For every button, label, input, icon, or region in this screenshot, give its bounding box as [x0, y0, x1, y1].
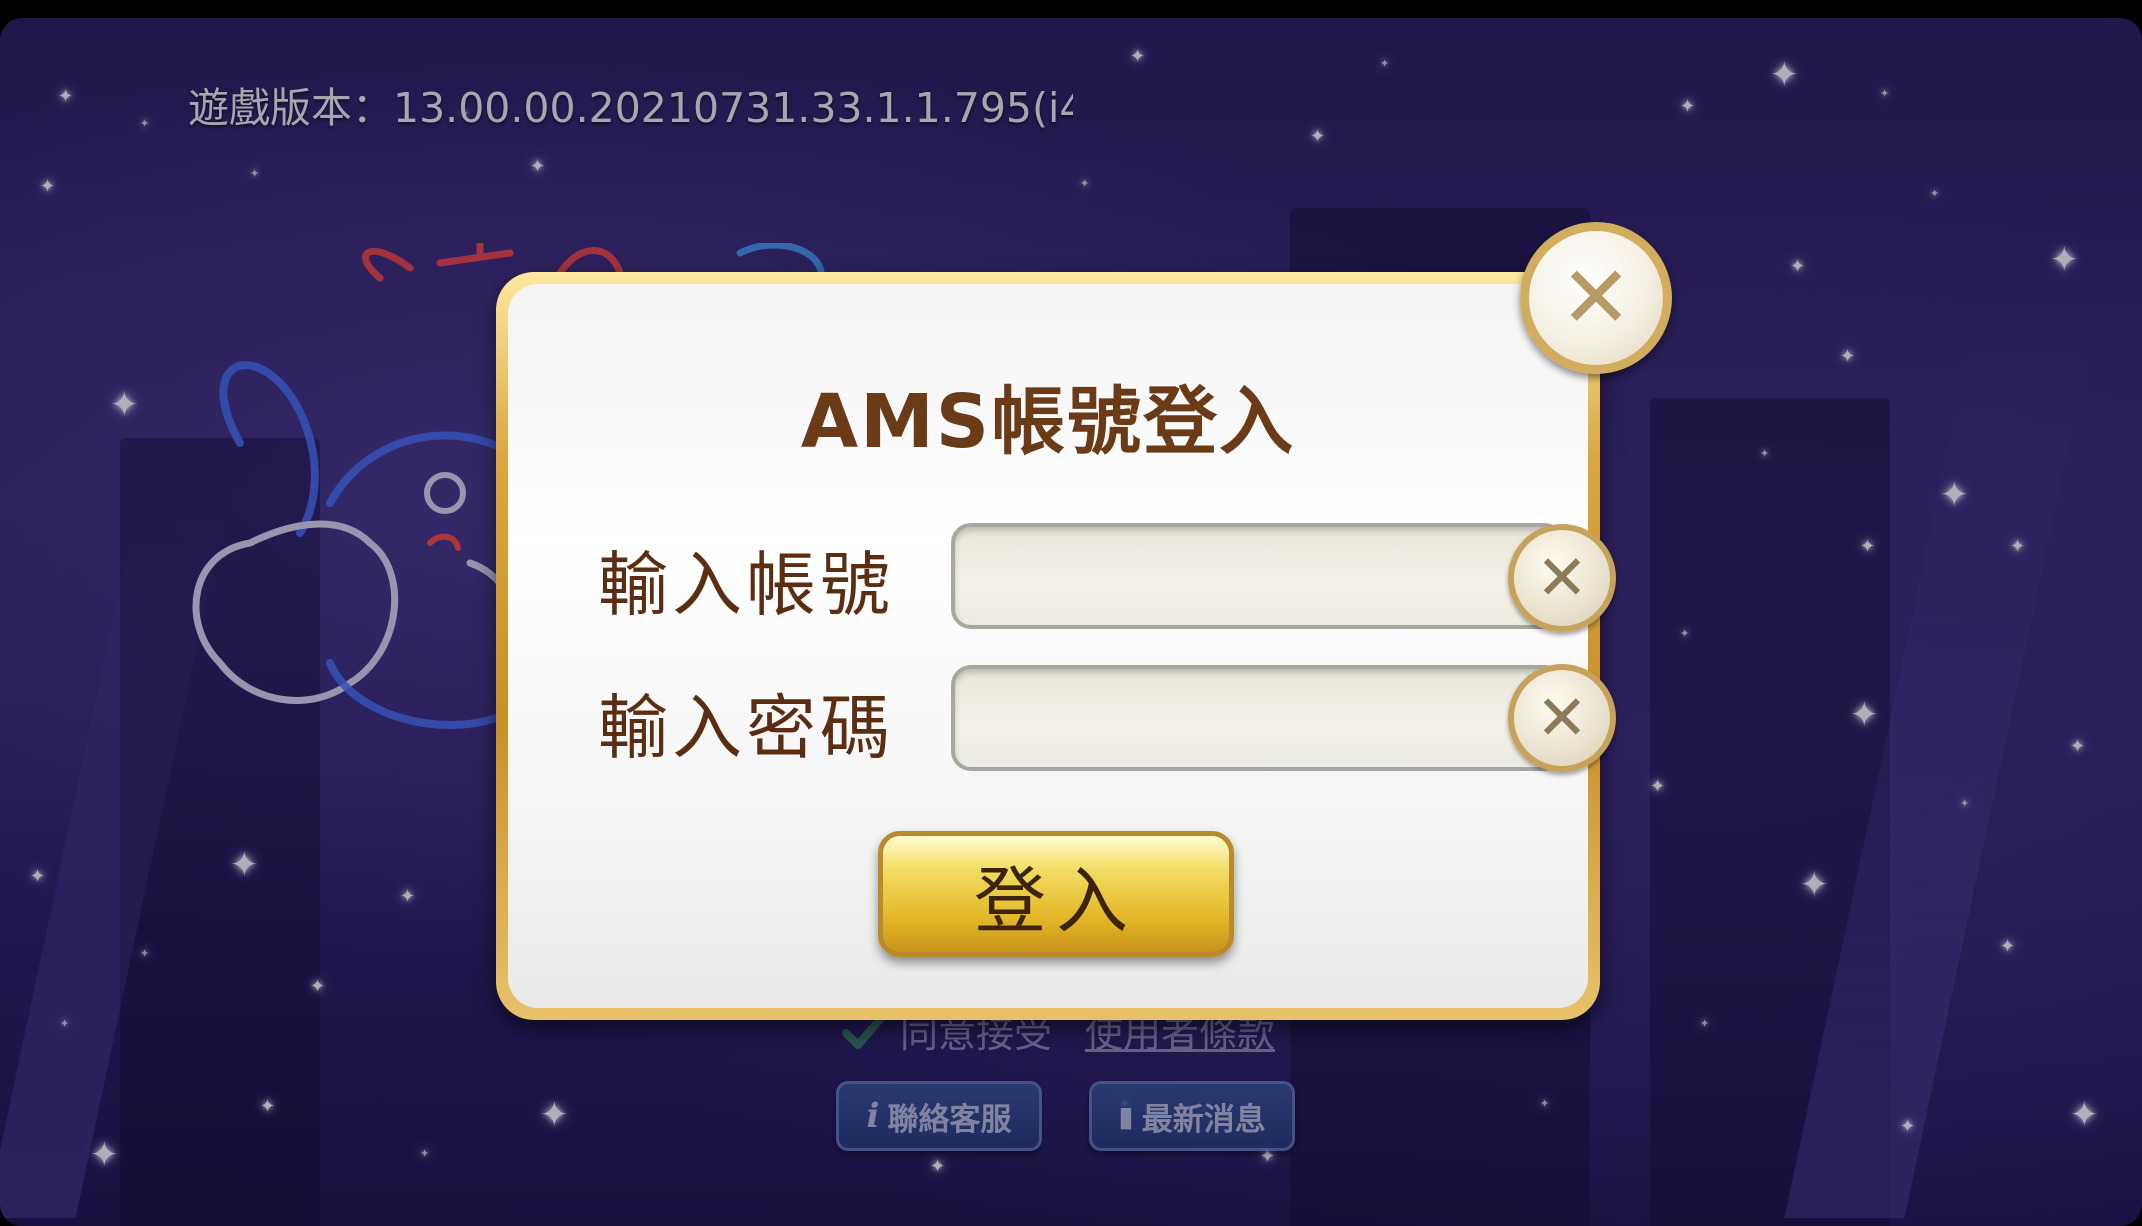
account-clear-button[interactable]: ✕: [1508, 524, 1616, 632]
clear-x-icon: ✕: [1536, 541, 1588, 614]
dialog-title: AMS帳號登入: [800, 379, 1296, 465]
account-field[interactable]: [951, 523, 1564, 629]
account-label: 輸入帳號: [598, 544, 894, 626]
password-clear-button[interactable]: ✕: [1508, 664, 1616, 772]
login-dialog-panel: AMS帳號登入 輸入帳號 ✕ 輸入密碼 ✕ 登入: [508, 284, 1616, 1008]
close-dialog-button[interactable]: ✕: [1520, 222, 1672, 374]
login-button[interactable]: 登入: [878, 831, 1234, 957]
password-input[interactable]: [971, 679, 1435, 757]
close-x-icon: ✕: [1559, 248, 1633, 348]
clear-x-icon: ✕: [1536, 681, 1588, 754]
password-field[interactable]: [951, 665, 1564, 771]
password-label: 輸入密碼: [598, 687, 894, 769]
account-input[interactable]: [971, 537, 1435, 615]
login-dialog: AMS帳號登入 輸入帳號 ✕ 輸入密碼 ✕ 登入: [496, 272, 1616, 1020]
